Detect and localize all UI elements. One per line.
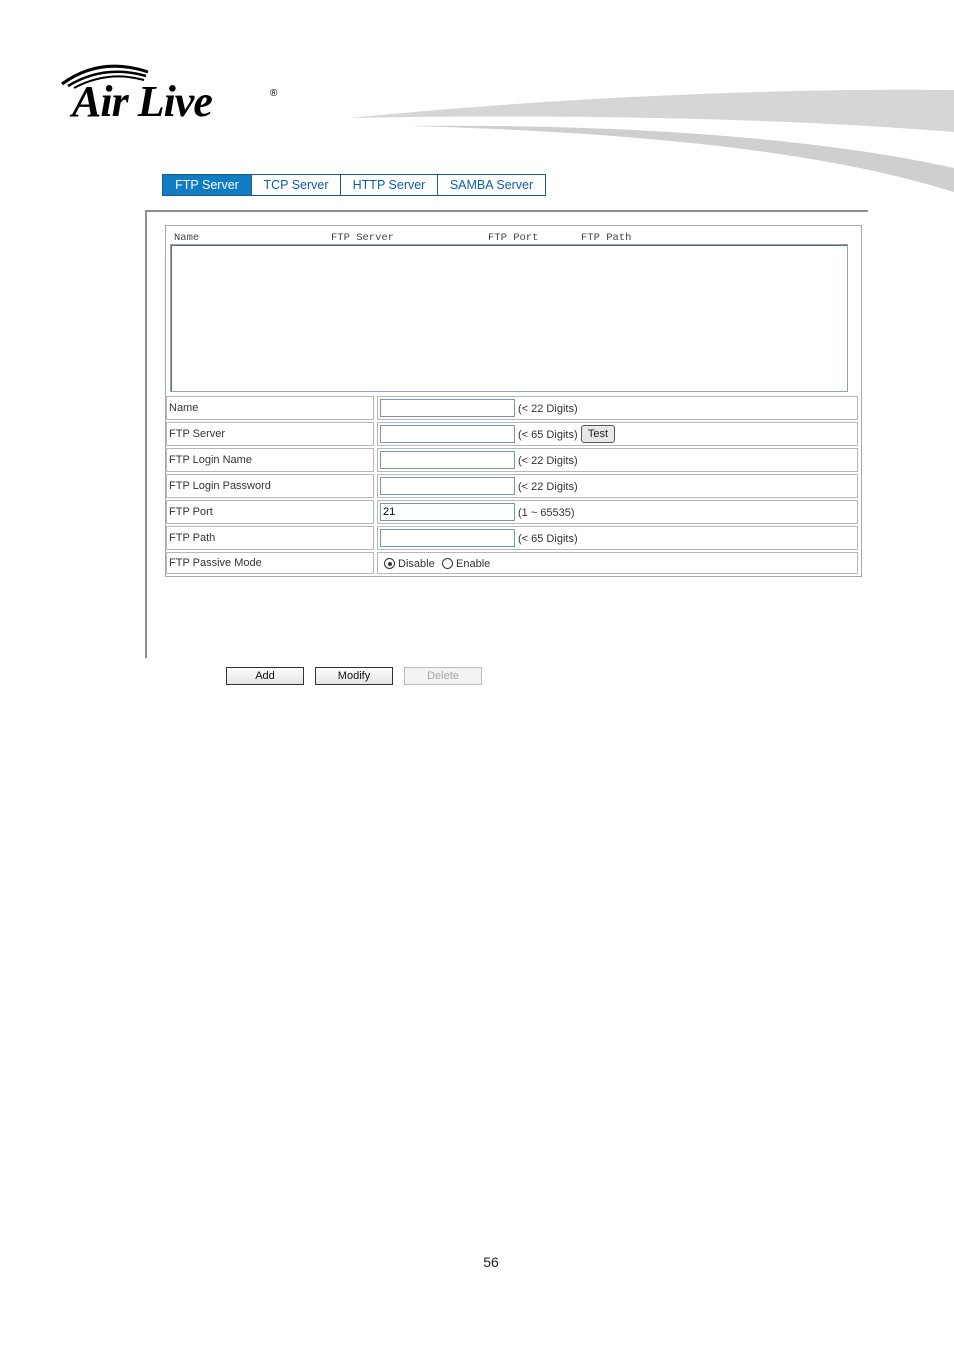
ftp-port-cell: (1 ~ 65535) — [377, 500, 858, 524]
name-cell: (< 22 Digits) — [377, 396, 858, 420]
form-row-login-password: FTP Login Password (< 22 Digits) — [166, 474, 858, 498]
ftp-server-hint: (< 65 Digits) — [518, 429, 578, 441]
ftp-server-label: FTP Server — [166, 422, 374, 446]
tab-samba-server[interactable]: SAMBA Server — [438, 174, 546, 196]
ftp-server-listbox[interactable] — [170, 244, 848, 392]
login-name-label: FTP Login Name — [166, 448, 374, 472]
ftp-path-input[interactable] — [380, 529, 515, 547]
server-tabs: FTP Server TCP Server HTTP Server SAMBA … — [162, 174, 546, 196]
ftp-path-cell: (< 65 Digits) — [377, 526, 858, 550]
tab-tcp-server[interactable]: TCP Server — [252, 174, 341, 196]
ftp-port-label: FTP Port — [166, 500, 374, 524]
page-number: 56 — [483, 1254, 499, 1270]
passive-mode-cell: Disable Enable — [377, 552, 858, 574]
name-label: Name — [166, 396, 374, 420]
list-header-ftp-port: FTP Port — [488, 232, 539, 244]
passive-enable-label: Enable — [456, 558, 491, 570]
form-row-name: Name (< 22 Digits) — [166, 396, 858, 420]
login-name-hint: (< 22 Digits) — [518, 455, 578, 467]
login-name-input[interactable] — [380, 451, 515, 469]
name-input[interactable] — [380, 399, 515, 417]
airlive-logo: Air Live — [72, 77, 213, 126]
registered-mark: ® — [270, 88, 278, 99]
ftp-port-hint: (1 ~ 65535) — [518, 507, 575, 519]
add-button[interactable]: Add — [226, 667, 304, 685]
delete-button[interactable]: Delete — [404, 667, 482, 685]
form-row-ftp-server: FTP Server (< 65 Digits) Test — [166, 422, 858, 446]
passive-enable-radio[interactable] — [442, 558, 453, 569]
form-row-port: FTP Port (1 ~ 65535) — [166, 500, 858, 524]
ftp-server-input[interactable] — [380, 425, 515, 443]
list-header-ftp-server: FTP Server — [331, 232, 395, 244]
login-password-input[interactable] — [380, 477, 515, 495]
form-row-login-name: FTP Login Name (< 22 Digits) — [166, 448, 858, 472]
login-password-hint: (< 22 Digits) — [518, 481, 578, 493]
modify-button[interactable]: Modify — [315, 667, 393, 685]
login-password-label: FTP Login Password — [166, 474, 374, 498]
tab-ftp-server[interactable]: FTP Server — [162, 174, 252, 196]
name-hint: (< 22 Digits) — [518, 403, 578, 415]
passive-mode-label: FTP Passive Mode — [166, 552, 374, 574]
ftp-port-input[interactable] — [380, 503, 515, 521]
ftp-path-hint: (< 65 Digits) — [518, 533, 578, 545]
list-header-name: Name — [174, 232, 200, 244]
test-button[interactable]: Test — [581, 425, 615, 443]
list-header-ftp-path: FTP Path — [581, 232, 632, 244]
passive-disable-radio[interactable] — [384, 558, 395, 569]
tab-http-server[interactable]: HTTP Server — [341, 174, 438, 196]
ftp-path-label: FTP Path — [166, 526, 374, 550]
form-row-path: FTP Path (< 65 Digits) — [166, 526, 858, 550]
passive-disable-label: Disable — [398, 558, 435, 570]
login-name-cell: (< 22 Digits) — [377, 448, 858, 472]
form-row-passive-mode: FTP Passive Mode Disable Enable — [166, 552, 858, 574]
login-password-cell: (< 22 Digits) — [377, 474, 858, 498]
ftp-server-cell: (< 65 Digits) Test — [377, 422, 858, 446]
